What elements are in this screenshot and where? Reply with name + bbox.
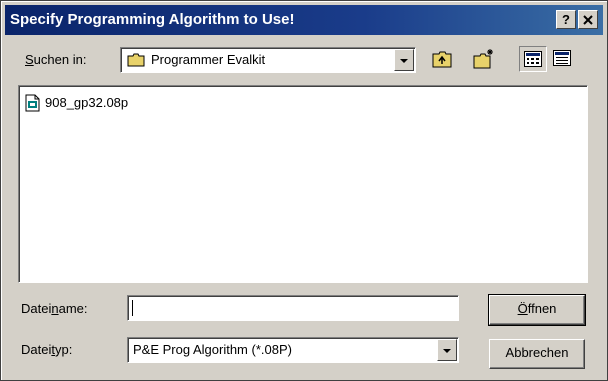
file-dialog-window: Specify Programming Algorithm to Use! ? … <box>0 0 608 381</box>
lookin-label: Suchen in: <box>25 52 87 67</box>
window-title: Specify Programming Algorithm to Use! <box>10 11 295 28</box>
filetype-dropdown-arrow[interactable] <box>437 339 457 361</box>
details-view-icon <box>553 50 571 66</box>
filetype-dropdown[interactable]: P&E Prog Algorithm (*.08P) <box>127 337 459 363</box>
filename-label: Dateiname: <box>21 301 88 316</box>
lookin-value: Programmer Evalkit <box>151 52 266 67</box>
filetype-value: P&E Prog Algorithm (*.08P) <box>133 342 292 357</box>
lookin-dropdown-arrow[interactable] <box>394 49 414 71</box>
new-folder-button[interactable] <box>470 46 498 72</box>
close-icon <box>583 15 593 25</box>
title-bar[interactable]: Specify Programming Algorithm to Use! ? <box>5 5 603 35</box>
open-button-label: ffnen <box>527 301 557 316</box>
open-button-accel: Ö <box>517 301 528 316</box>
text-caret <box>132 300 133 316</box>
details-view-button[interactable] <box>549 46 577 72</box>
cancel-button[interactable]: Abbrechen <box>489 339 585 369</box>
filetype-label: Dateityp: <box>21 342 73 357</box>
document-icon <box>25 94 40 112</box>
help-button[interactable]: ? <box>556 10 576 29</box>
file-name: 908_gp32.08p <box>45 95 129 110</box>
list-view-button[interactable] <box>519 46 547 72</box>
lookin-dropdown[interactable]: Programmer Evalkit <box>120 47 416 73</box>
open-button[interactable]: Öffnen <box>488 294 586 326</box>
up-folder-icon <box>432 51 452 68</box>
close-button[interactable] <box>578 10 598 29</box>
folder-icon <box>127 53 145 67</box>
up-folder-button[interactable] <box>428 46 456 72</box>
filename-input[interactable] <box>127 295 459 321</box>
file-list[interactable]: 908_gp32.08p <box>18 85 588 283</box>
new-folder-icon <box>473 49 493 69</box>
list-view-icon <box>524 51 542 67</box>
